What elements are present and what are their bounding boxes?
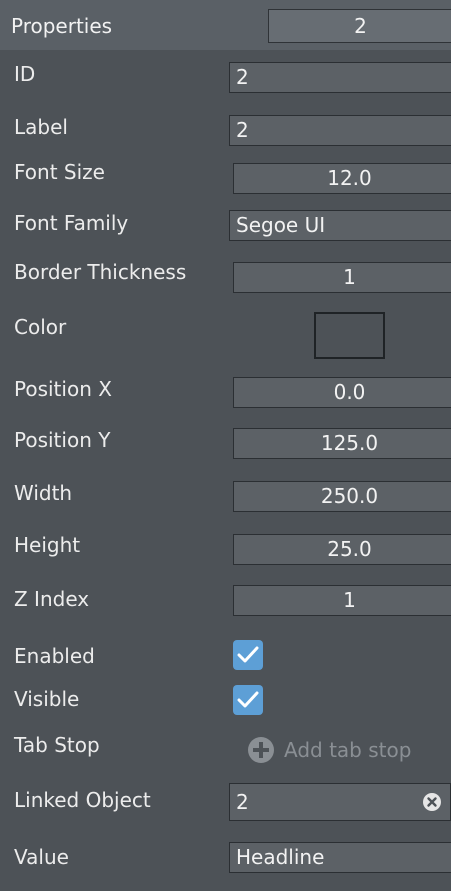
plus-circle-icon bbox=[248, 737, 274, 763]
z-index-label: Z Index bbox=[14, 587, 90, 611]
label-label: Label bbox=[14, 115, 68, 139]
add-tab-stop-label: Add tab stop bbox=[284, 738, 412, 762]
id-field[interactable]: 2 bbox=[229, 62, 451, 93]
color-swatch[interactable] bbox=[314, 312, 385, 359]
properties-header: Properties 2 bbox=[0, 0, 451, 50]
linked-object-label: Linked Object bbox=[14, 788, 151, 812]
z-index-field[interactable]: 1 bbox=[233, 585, 451, 616]
font-family-label: Font Family bbox=[14, 211, 129, 235]
id-label: ID bbox=[14, 62, 36, 86]
height-label: Height bbox=[14, 533, 81, 557]
linked-object-field[interactable]: 2 bbox=[229, 783, 451, 821]
tab-stop-label: Tab Stop bbox=[14, 733, 100, 757]
color-label: Color bbox=[14, 315, 67, 339]
border-thickness-label: Border Thickness bbox=[14, 260, 187, 284]
value-field[interactable]: Headline bbox=[229, 842, 451, 873]
visible-checkbox[interactable] bbox=[233, 685, 263, 715]
clear-x-icon[interactable] bbox=[422, 792, 442, 812]
checkmark-icon bbox=[237, 646, 259, 663]
enabled-label: Enabled bbox=[14, 644, 95, 668]
value-label: Value bbox=[14, 845, 69, 869]
width-label: Width bbox=[14, 481, 73, 505]
label-field[interactable]: 2 bbox=[229, 115, 451, 146]
border-thickness-field[interactable]: 1 bbox=[233, 262, 451, 293]
font-family-field[interactable]: Segoe UI bbox=[229, 210, 451, 241]
position-y-field[interactable]: 125.0 bbox=[233, 428, 451, 459]
linked-object-value: 2 bbox=[236, 790, 249, 814]
visible-label: Visible bbox=[14, 687, 80, 711]
height-field[interactable]: 25.0 bbox=[233, 534, 451, 565]
checkmark-icon bbox=[237, 691, 259, 708]
selected-object-field[interactable]: 2 bbox=[268, 9, 451, 43]
width-field[interactable]: 250.0 bbox=[233, 481, 451, 512]
enabled-checkbox[interactable] bbox=[233, 640, 263, 670]
position-x-label: Position X bbox=[14, 377, 112, 401]
font-size-label: Font Size bbox=[14, 160, 105, 184]
panel-title: Properties bbox=[11, 14, 113, 38]
position-y-label: Position Y bbox=[14, 428, 111, 452]
font-size-field[interactable]: 12.0 bbox=[233, 163, 451, 194]
position-x-field[interactable]: 0.0 bbox=[233, 377, 451, 408]
properties-panel: Properties 2 ID 2 Label 2 Font Size 12.0… bbox=[0, 0, 451, 891]
